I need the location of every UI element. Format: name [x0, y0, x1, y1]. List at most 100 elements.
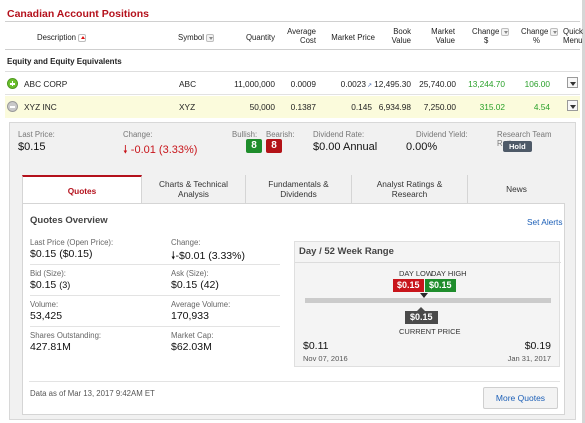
sort-icon[interactable] — [206, 33, 214, 42]
research-rating-badge: Hold — [503, 141, 532, 152]
market-cap-label: Market Cap: — [171, 331, 214, 340]
cell-quantity: 11,000,000 — [234, 79, 275, 89]
current-price-value: $0.15 — [405, 307, 438, 324]
shares-outstanding-label: Shares Outstanding: — [30, 331, 102, 340]
range-low-52wk: $0.11 — [303, 340, 329, 352]
range-high-date: Jan 31, 2017 — [507, 354, 551, 363]
day-low-value: $0.15 — [393, 279, 424, 292]
bullish-count-badge: 8 — [246, 139, 262, 153]
col-market-value[interactable]: Market Value — [425, 27, 455, 45]
divider — [29, 381, 560, 382]
volume-value: 53,425 — [30, 310, 63, 322]
dividend-rate-label: Dividend Rate: — [313, 130, 365, 139]
day-high-value: $0.15 — [425, 279, 456, 292]
sort-asc-icon[interactable] — [78, 33, 86, 42]
cell-change-pct: 4.54 — [533, 102, 550, 112]
table-row[interactable]: ABC CORP ABC 11,000,000 0.0009 0.0023↗ 1… — [5, 73, 580, 95]
quote-tabs: Quotes Charts & Technical Analysis Fundam… — [22, 175, 565, 203]
set-alerts-link[interactable]: Set Alerts — [527, 217, 563, 227]
dividend-rate-value: $0.00 Annual — [313, 141, 378, 153]
divider — [30, 326, 280, 327]
col-quantity[interactable]: Quantity — [235, 33, 275, 42]
day-low-label: DAY LOW — [399, 269, 433, 278]
cell-symbol: ABC — [179, 79, 197, 89]
current-price-label: CURRENT PRICE — [399, 327, 461, 336]
cell-change-dollar: 13,244.70 — [468, 79, 505, 89]
avg-volume-value: 170,933 — [171, 310, 209, 322]
quotes-overview: Quotes Overview Set Alerts Last Price (O… — [22, 203, 565, 415]
shares-outstanding-value: 427.81M — [30, 341, 71, 353]
bearish-label: Bearish: — [266, 130, 295, 139]
col-symbol[interactable]: Symbol — [178, 33, 214, 42]
last-open-price-value: $0.15 ($0.15) — [30, 248, 93, 260]
col-description[interactable]: Description — [37, 33, 86, 42]
dividend-yield-value: 0.00% — [406, 141, 438, 153]
arrow-down-icon: 🠗 — [123, 144, 128, 156]
change-value: 🠗 -0.01 (3.33%) — [123, 144, 198, 156]
bullish-label: Bullish: — [232, 130, 258, 139]
divider — [30, 295, 280, 296]
cell-change-dollar: 315.02 — [479, 102, 505, 112]
cell-avg-cost: 0.1387 — [290, 102, 316, 112]
tab-analyst-ratings-research[interactable]: Analyst Ratings & Research — [352, 175, 468, 203]
last-open-price-label: Last Price (Open Price): — [30, 238, 114, 247]
cell-book-value: 6,934.98 — [378, 102, 411, 112]
col-book-value[interactable]: Book Value — [385, 27, 411, 45]
cell-symbol: XYZ — [179, 102, 196, 112]
sort-icon[interactable] — [501, 27, 510, 36]
cell-market-value: 25,740.00 — [419, 79, 456, 89]
range-high-52wk: $0.19 — [524, 340, 551, 352]
tab-news[interactable]: News — [468, 175, 565, 203]
more-quotes-button[interactable]: More Quotes — [483, 387, 558, 409]
day-range-marker-icon — [420, 293, 428, 298]
cell-description[interactable]: ABC CORP — [24, 79, 67, 89]
change-label: Change: — [171, 238, 201, 247]
expand-icon[interactable] — [7, 78, 18, 89]
cell-market-value: 7,250.00 — [423, 102, 456, 112]
col-change-pct[interactable]: Change% — [521, 27, 559, 45]
col-market-price[interactable]: Market Price — [325, 33, 375, 42]
cell-avg-cost: 0.0009 — [290, 79, 316, 89]
last-price-label: Last Price: — [18, 130, 55, 139]
collapse-icon[interactable] — [7, 101, 18, 112]
divider — [5, 49, 580, 50]
table-row[interactable]: XYZ INC XYZ 50,000 0.1387 0.145 6,934.98… — [5, 96, 580, 118]
cell-book-value: 12,495.30 — [374, 79, 411, 89]
quick-menu-dropdown[interactable] — [567, 100, 578, 111]
range-bar — [305, 298, 551, 303]
market-cap-value: $62.03M — [171, 341, 212, 353]
divider — [30, 264, 280, 265]
last-price-value: $0.15 — [18, 141, 46, 153]
sort-icon[interactable] — [550, 27, 559, 36]
day-52-week-range: Day / 52 Week Range DAY LOW DAY HIGH $0.… — [294, 241, 561, 367]
group-title: Equity and Equity Equivalents — [7, 57, 122, 66]
data-timestamp: Data as of Mar 13, 2017 9:42AM ET — [30, 389, 155, 398]
ask-label: Ask (Size): — [171, 269, 209, 278]
cell-change-pct: 106.00 — [524, 79, 550, 89]
range-low-date: Nov 07, 2016 — [303, 354, 348, 363]
cell-description[interactable]: XYZ INC — [24, 102, 57, 112]
volume-label: Volume: — [30, 300, 59, 309]
col-quick-menu: Quick Menu — [563, 27, 583, 45]
quick-menu-dropdown[interactable] — [567, 77, 578, 88]
cell-quantity: 50,000 — [249, 102, 275, 112]
col-avg-cost[interactable]: Average Cost — [280, 27, 316, 45]
bid-value: $0.15 (3) — [30, 279, 71, 291]
bearish-count-badge: 8 — [266, 139, 282, 153]
col-change-dollar[interactable]: Change $ — [472, 27, 510, 45]
quote-detail-panel: Last Price: $0.15 Change: 🠗 -0.01 (3.33%… — [9, 122, 576, 420]
tab-quotes[interactable]: Quotes — [22, 175, 142, 203]
ask-value: $0.15 (42) — [171, 279, 219, 291]
positions-page: Canadian Account Positions Description S… — [0, 0, 585, 423]
tab-charts-technical[interactable]: Charts & Technical Analysis — [142, 175, 246, 203]
dividend-yield-label: Dividend Yield: — [416, 130, 468, 139]
day-high-label: DAY HIGH — [431, 269, 467, 278]
change-label: Change: — [123, 130, 153, 139]
range-title: Day / 52 Week Range — [299, 246, 394, 257]
divider — [5, 71, 580, 72]
section-title: Quotes Overview — [30, 215, 108, 226]
tab-fundamentals-dividends[interactable]: Fundamentals & Dividends — [246, 175, 352, 203]
avg-volume-label: Average Volume: — [171, 300, 231, 309]
bid-label: Bid (Size): — [30, 269, 66, 278]
page-title: Canadian Account Positions — [7, 8, 149, 20]
